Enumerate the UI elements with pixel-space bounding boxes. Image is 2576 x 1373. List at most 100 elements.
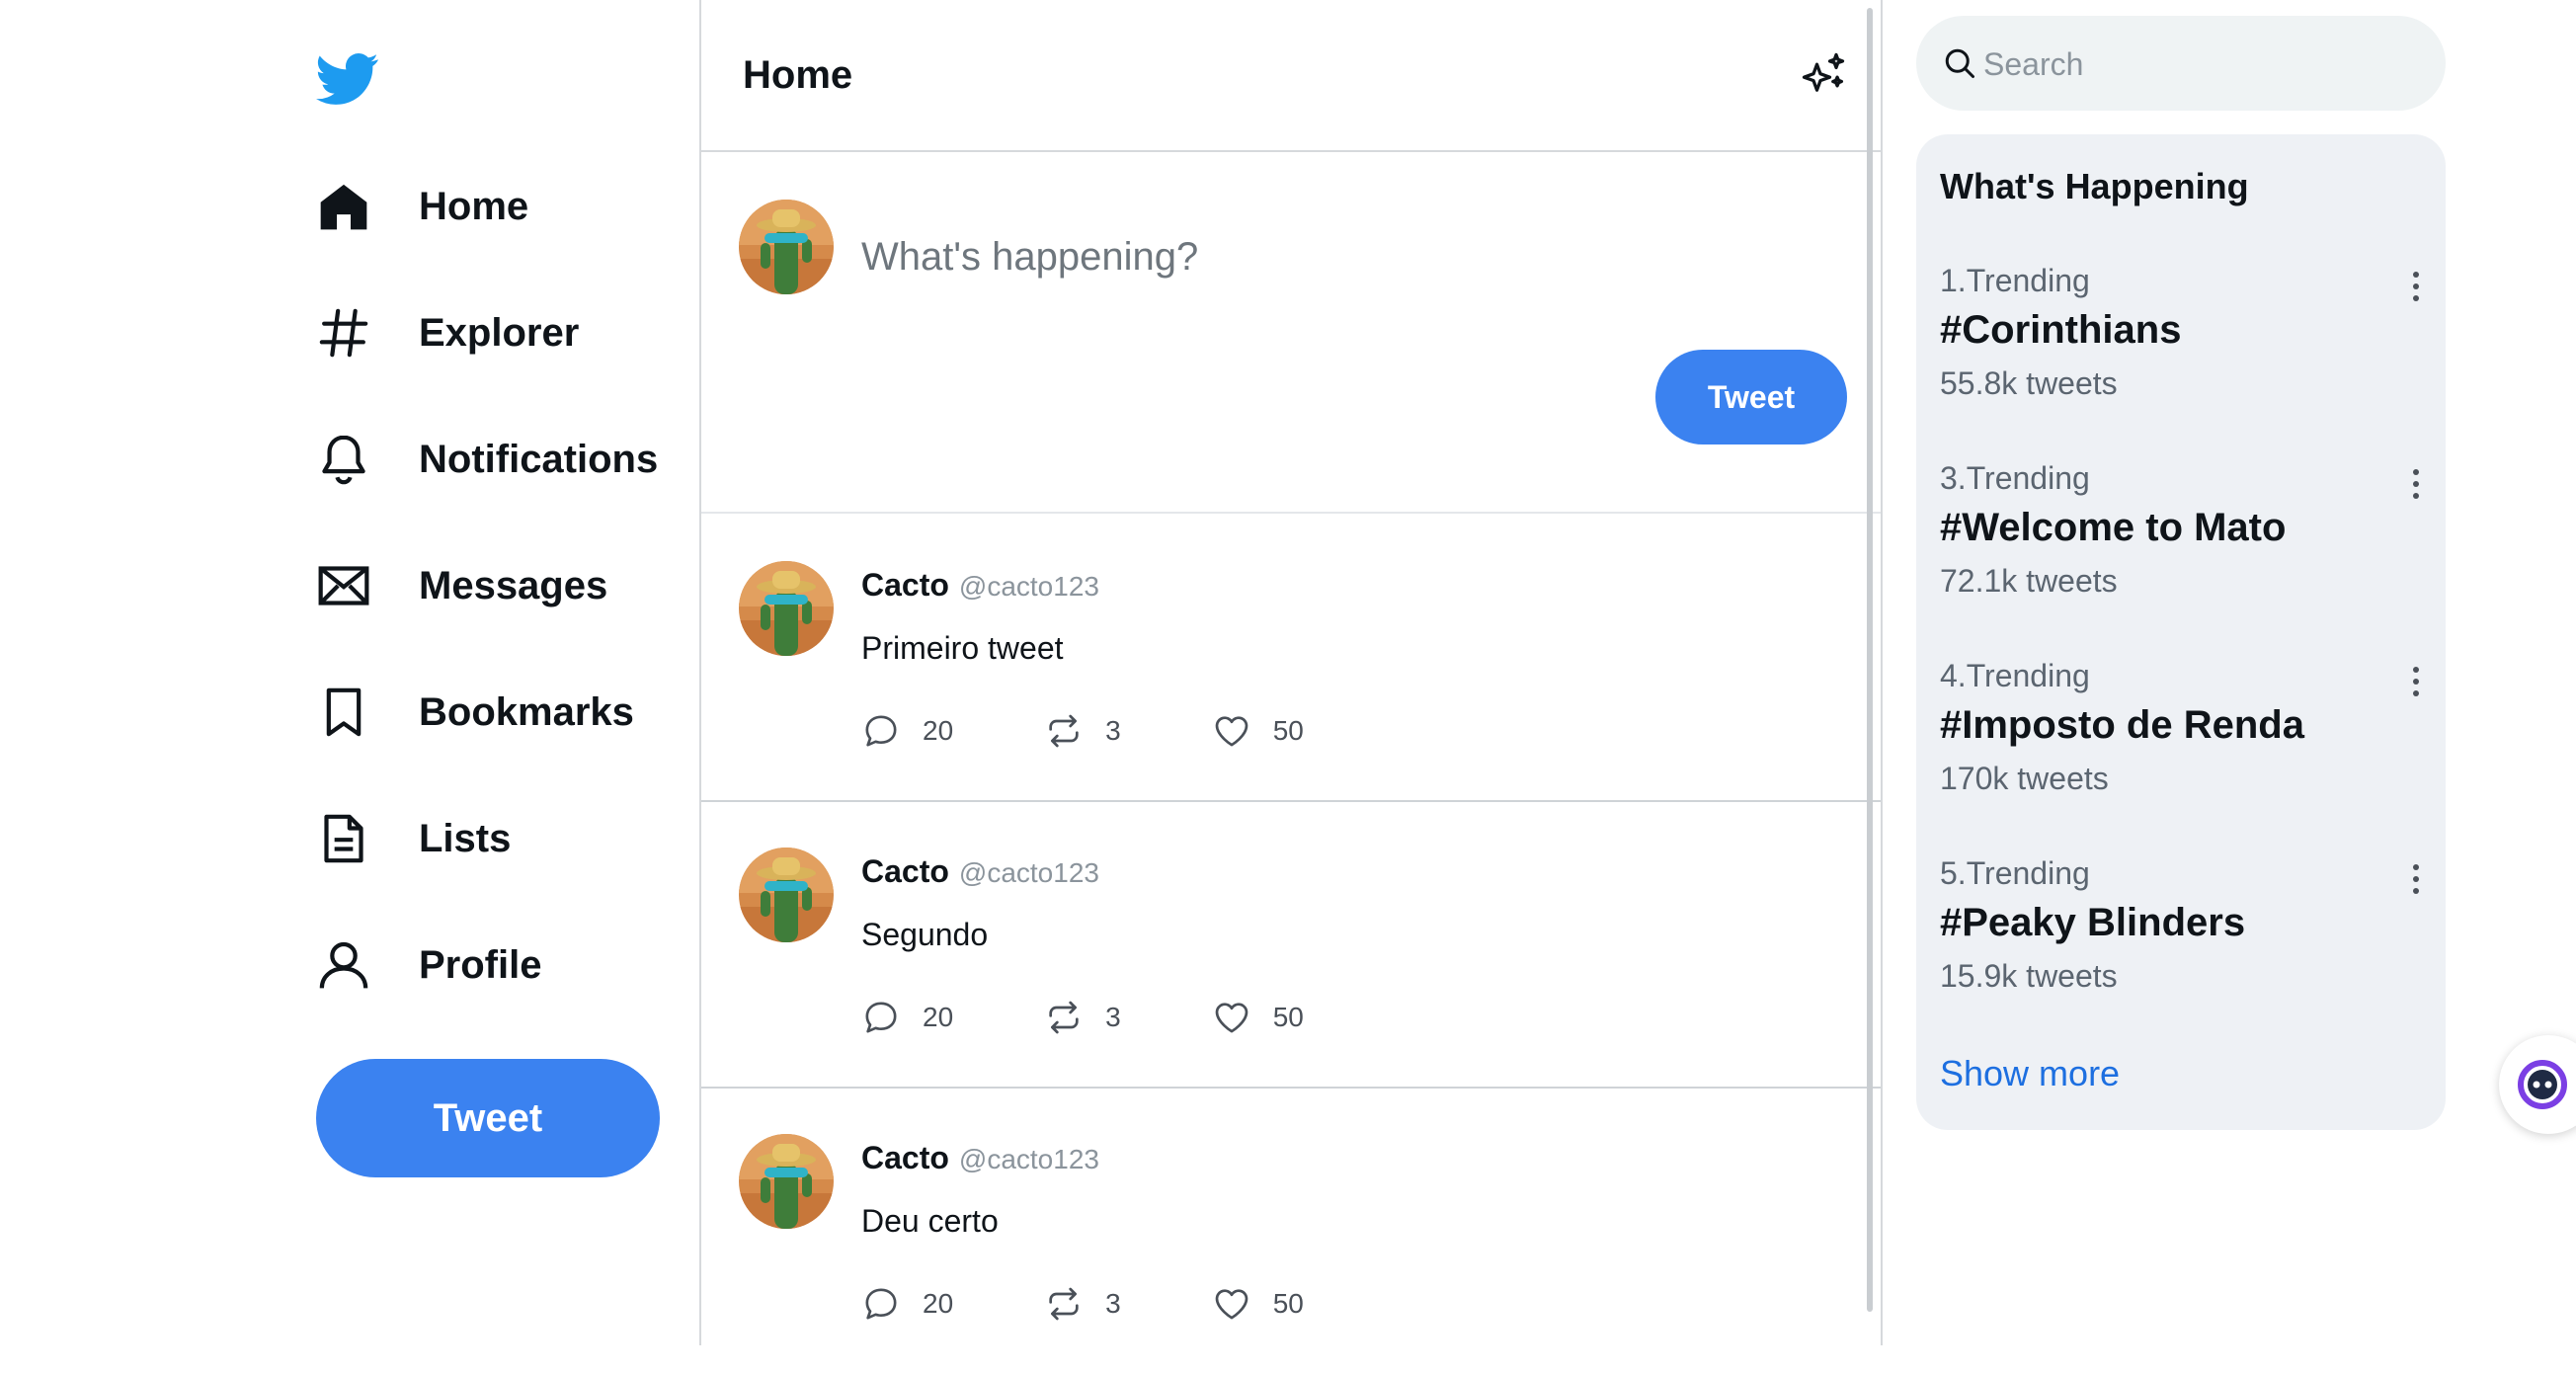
- main-feed: Home Tweet Cacto @cacto123 Primeiro twee…: [699, 0, 1883, 1345]
- envelope-icon: [316, 558, 371, 613]
- tweet-text: Primeiro tweet: [861, 630, 1064, 666]
- tweet-header: Cacto @cacto123: [861, 567, 1099, 604]
- more-options-icon[interactable]: [2404, 267, 2428, 306]
- trend-tag: #Corinthians: [1940, 308, 2182, 352]
- reply-icon: [865, 1002, 897, 1033]
- like-count: 50: [1272, 715, 1304, 746]
- reply-button[interactable]: 20: [861, 1284, 953, 1324]
- tweet-author-handle[interactable]: @cacto123: [959, 1144, 1099, 1175]
- nav-label: Bookmarks: [419, 689, 634, 734]
- trend-item[interactable]: 1.Trending #Corinthians 55.8k tweets: [1940, 263, 2434, 441]
- assistant-float-button[interactable]: [2499, 1035, 2576, 1134]
- home-icon: [316, 179, 371, 234]
- tweet-author-handle[interactable]: @cacto123: [959, 857, 1099, 889]
- tweet-item[interactable]: Cacto @cacto123 Primeiro tweet 20 3 50: [701, 514, 1881, 802]
- like-button[interactable]: 50: [1212, 1284, 1304, 1324]
- tweet-header: Cacto @cacto123: [861, 853, 1099, 890]
- nav-messages[interactable]: Messages: [316, 541, 607, 630]
- composer-input[interactable]: [859, 221, 1752, 292]
- retweet-button[interactable]: 3: [1044, 998, 1121, 1037]
- list-document-icon: [316, 811, 371, 866]
- nav-notifications[interactable]: Notifications: [316, 415, 658, 504]
- tweet-item[interactable]: Cacto @cacto123 Segundo 20 3 50: [701, 800, 1881, 1089]
- nav-label: Profile: [419, 942, 542, 987]
- more-options-icon[interactable]: [2404, 859, 2428, 899]
- tweet-actions: 20 3 50: [861, 711, 1395, 751]
- retweet-icon: [1049, 1287, 1079, 1321]
- nav-label: Messages: [419, 563, 608, 607]
- search-input[interactable]: [1981, 36, 2420, 93]
- nav-label: Home: [419, 184, 529, 228]
- bookmark-icon: [316, 685, 371, 740]
- like-button[interactable]: 50: [1212, 711, 1304, 751]
- heart-icon: [1215, 716, 1248, 747]
- reply-count: 20: [923, 1288, 954, 1319]
- tweet-header: Cacto @cacto123: [861, 1140, 1099, 1176]
- like-count: 50: [1272, 1288, 1304, 1319]
- retweet-button[interactable]: 3: [1044, 711, 1121, 751]
- reply-button[interactable]: 20: [861, 711, 953, 751]
- tweet-item[interactable]: Cacto @cacto123 Deu certo 20 3 50: [701, 1087, 1881, 1373]
- retweet-count: 3: [1105, 715, 1121, 746]
- more-options-icon[interactable]: [2404, 464, 2428, 504]
- page-title: Home: [743, 53, 853, 97]
- trend-item[interactable]: 4.Trending #Imposto de Renda 170k tweets: [1940, 658, 2434, 836]
- reply-icon: [865, 1288, 897, 1320]
- hashtag-icon: [316, 305, 371, 361]
- reply-icon: [865, 715, 897, 747]
- nav-profile[interactable]: Profile: [316, 921, 541, 1010]
- tweet-composer: Tweet: [701, 152, 1881, 494]
- reply-count: 20: [923, 1002, 954, 1032]
- trend-count: 170k tweets: [1940, 761, 2109, 796]
- trend-rank: 4.Trending: [1940, 658, 2090, 693]
- heart-icon: [1215, 1003, 1248, 1033]
- user-icon: [316, 937, 371, 993]
- like-count: 50: [1272, 1002, 1304, 1032]
- trend-rank: 5.Trending: [1940, 855, 2090, 891]
- trend-tag: #Welcome to Mato: [1940, 506, 2287, 549]
- tweet-author-handle[interactable]: @cacto123: [959, 571, 1099, 603]
- tweet-actions: 20 3 50: [861, 1284, 1395, 1324]
- reply-count: 20: [923, 715, 954, 746]
- nav-explorer[interactable]: Explorer: [316, 288, 579, 377]
- heart-icon: [1215, 1289, 1248, 1320]
- like-button[interactable]: 50: [1212, 998, 1304, 1037]
- search-icon: [1945, 48, 1974, 78]
- sparkle-icon[interactable]: [1798, 49, 1849, 101]
- reply-button[interactable]: 20: [861, 998, 953, 1037]
- avatar: [739, 200, 834, 294]
- nav-bookmarks[interactable]: Bookmarks: [316, 668, 634, 757]
- twitter-bird-icon[interactable]: [316, 47, 379, 111]
- nav-home[interactable]: Home: [316, 162, 528, 251]
- nav-label: Notifications: [419, 437, 659, 481]
- composer-tweet-button[interactable]: Tweet: [1655, 350, 1847, 444]
- retweet-count: 3: [1105, 1002, 1121, 1032]
- trend-tag: #Peaky Blinders: [1940, 901, 2246, 944]
- trend-item[interactable]: 5.Trending #Peaky Blinders 15.9k tweets: [1940, 855, 2434, 1033]
- section-divider: [701, 492, 1881, 514]
- trend-rank: 1.Trending: [1940, 263, 2090, 298]
- avatar[interactable]: [739, 848, 834, 942]
- avatar[interactable]: [739, 561, 834, 656]
- tweet-text: Segundo: [861, 917, 989, 952]
- nav-lists[interactable]: Lists: [316, 794, 511, 883]
- tweet-button[interactable]: Tweet: [316, 1059, 660, 1177]
- avatar[interactable]: [739, 1134, 834, 1229]
- show-more-link[interactable]: Show more: [1940, 1053, 2120, 1094]
- tweet-author-name[interactable]: Cacto: [861, 853, 949, 890]
- retweet-icon: [1049, 714, 1079, 748]
- feed-scrollbar[interactable]: [1867, 8, 1873, 1312]
- feed-header: Home: [701, 0, 1881, 152]
- tweet-author-name[interactable]: Cacto: [861, 1140, 949, 1176]
- nav-label: Explorer: [419, 310, 580, 355]
- assistant-icon: [2518, 1060, 2567, 1109]
- tweet-text: Deu certo: [861, 1203, 999, 1239]
- tweet-author-name[interactable]: Cacto: [861, 567, 949, 604]
- trend-rank: 3.Trending: [1940, 460, 2090, 496]
- retweet-icon: [1049, 1001, 1079, 1034]
- retweet-button[interactable]: 3: [1044, 1284, 1121, 1324]
- search-box[interactable]: [1916, 16, 2446, 111]
- trend-item[interactable]: 3.Trending #Welcome to Mato 72.1k tweets: [1940, 460, 2434, 638]
- more-options-icon[interactable]: [2404, 662, 2428, 701]
- trend-count: 55.8k tweets: [1940, 365, 2118, 401]
